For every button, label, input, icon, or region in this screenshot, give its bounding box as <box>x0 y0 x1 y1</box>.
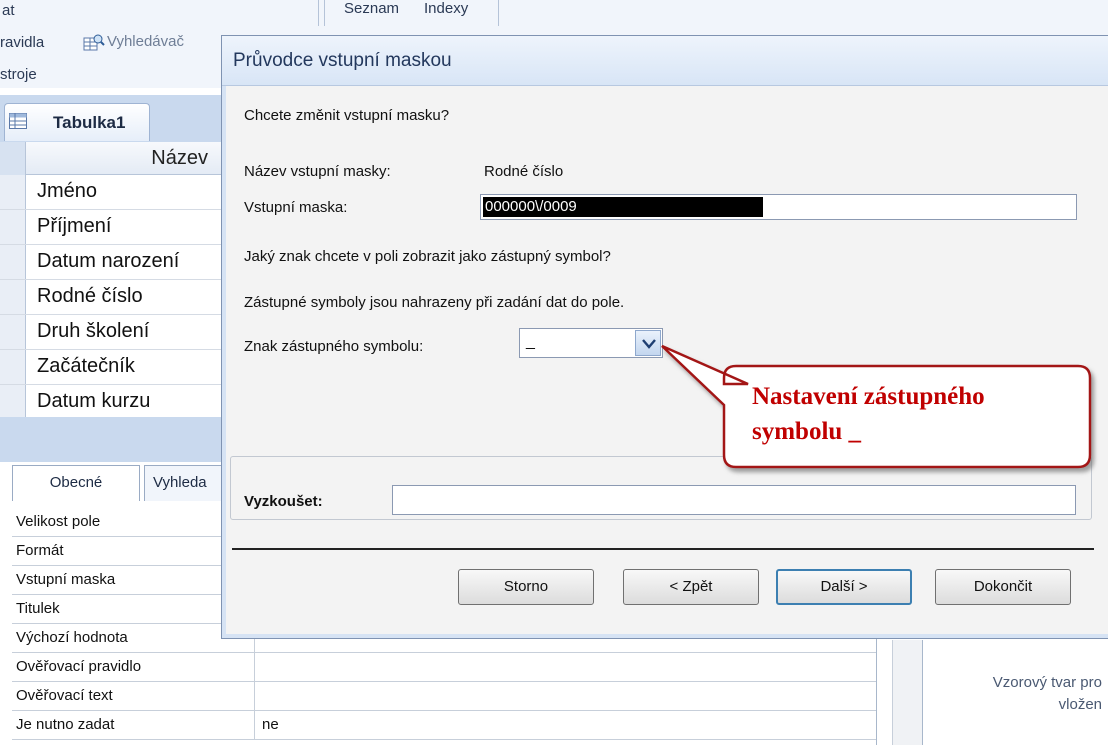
mask-name-value: Rodné číslo <box>484 163 564 180</box>
test-label: Vyzkoušet: <box>244 493 323 510</box>
ribbon-group-nastroje: stroje <box>0 66 37 83</box>
placeholder-value: _ <box>526 333 535 350</box>
mask-label: Vstupní maska: <box>244 199 348 216</box>
placeholder-label: Znak zástupného symbolu: <box>244 338 424 355</box>
ribbon-label-seznam[interactable]: Seznam <box>344 0 399 17</box>
field-row[interactable]: Datum narození <box>0 245 222 280</box>
field-name: Rodné číslo <box>37 285 143 307</box>
field-row[interactable]: Příjmení <box>0 210 222 245</box>
placeholder-info: Zástupné symboly jsou nahrazeny při zadá… <box>244 294 625 311</box>
row-selector[interactable] <box>0 175 26 209</box>
input-mask-wizard-dialog: Průvodce vstupní maskou Chcete změnit vs… <box>221 35 1108 639</box>
ribbon-label-vyhledavac[interactable]: Vyhledávač <box>107 33 184 50</box>
mask-name-label: Název vstupní masky: <box>244 163 391 180</box>
property-name: Je nutno zadat <box>16 716 115 733</box>
field-row[interactable]: Druh školení <box>0 315 222 350</box>
chevron-down-icon <box>642 339 656 349</box>
field-name: Příjmení <box>37 215 112 237</box>
property-name: Výchozí hodnota <box>16 629 128 646</box>
tab-vyhledavani[interactable]: Vyhleda <box>144 465 226 501</box>
dialog-titlebar[interactable]: Průvodce vstupní maskou <box>222 36 1108 86</box>
property-name: Ověřovací pravidlo <box>16 658 142 675</box>
help-text-line1: Vzorový tvar pro <box>992 674 1102 691</box>
field-row[interactable]: Datum kurzu <box>0 385 222 420</box>
field-grid-header: Název <box>0 142 222 175</box>
callout-text-line1: Nastavení zástupného <box>752 383 985 410</box>
tab-obecne[interactable]: Obecné <box>12 465 140 501</box>
next-button[interactable]: Další > <box>776 569 912 605</box>
tab-label: Tabulka1 <box>53 113 126 132</box>
property-name: Ověřovací text <box>16 687 113 704</box>
placeholder-combo[interactable]: _ <box>519 328 663 358</box>
tab-vyhledavani-label: Vyhleda <box>153 474 207 491</box>
search-grid-icon[interactable] <box>83 34 105 52</box>
dialog-separator <box>232 548 1094 550</box>
property-row[interactable]: Ověřovací pravidlo <box>12 653 876 682</box>
field-name: Datum kurzu <box>37 390 151 412</box>
placeholder-question: Jaký znak chcete v poli zobrazit jako zá… <box>244 248 611 265</box>
help-pane: Vzorový tvar pro vložen <box>922 640 1108 745</box>
properties-scrollbar[interactable] <box>892 640 922 745</box>
field-name: Začátečník <box>37 355 135 377</box>
finish-button[interactable]: Dokončit <box>935 569 1071 605</box>
tab-obecne-label: Obecné <box>49 474 103 491</box>
property-value[interactable]: ne <box>262 716 279 733</box>
field-row[interactable]: Začátečník <box>0 350 222 385</box>
dialog-title: Průvodce vstupní maskou <box>233 50 452 71</box>
field-name: Jméno <box>37 180 98 202</box>
ribbon-label-pravidla[interactable]: ravidla <box>0 34 44 51</box>
ribbon-label-at: at <box>2 2 15 19</box>
ribbon-separator <box>324 0 325 26</box>
test-input[interactable] <box>392 485 1076 515</box>
back-button[interactable]: < Zpět <box>623 569 759 605</box>
ribbon-separator <box>318 0 319 26</box>
row-selector[interactable] <box>0 245 26 279</box>
ribbon-label-indexy[interactable]: Indexy <box>424 0 468 17</box>
row-selector[interactable] <box>0 315 26 349</box>
mask-change-question: Chcete změnit vstupní masku? <box>244 107 450 124</box>
dropdown-button[interactable] <box>635 330 661 356</box>
row-selector[interactable] <box>0 385 26 419</box>
mask-selection: 000000\/0009 <box>483 197 763 217</box>
property-name: Velikost pole <box>16 513 101 530</box>
column-header-nazev[interactable]: Název <box>151 147 208 170</box>
property-name: Vstupní maska <box>16 571 116 588</box>
table-icon <box>9 113 27 129</box>
field-name: Datum narození <box>37 250 180 272</box>
property-name: Titulek <box>16 600 60 617</box>
grid-corner[interactable] <box>0 142 26 175</box>
input-mask-field[interactable]: 000000\/0009 <box>480 194 1077 220</box>
tab-tabulka1[interactable]: Tabulka1 <box>4 103 150 141</box>
cancel-button[interactable]: Storno <box>458 569 594 605</box>
property-name: Formát <box>16 542 64 559</box>
ribbon-separator <box>498 0 499 26</box>
field-row[interactable]: Jméno <box>0 175 222 210</box>
property-row[interactable]: Je nutno zadat ne <box>12 711 876 740</box>
property-row[interactable]: Ověřovací text <box>12 682 876 711</box>
row-selector[interactable] <box>0 210 26 244</box>
help-text-line2: vložen <box>1058 696 1102 713</box>
row-selector[interactable] <box>0 350 26 384</box>
field-name: Druh školení <box>37 320 150 342</box>
field-row[interactable]: Rodné číslo <box>0 280 222 315</box>
pane-splitter[interactable] <box>0 417 222 462</box>
callout-text-line2: symbolu _ <box>752 418 862 445</box>
mask-value: 000000\/0009 <box>485 198 577 215</box>
row-selector[interactable] <box>0 280 26 314</box>
